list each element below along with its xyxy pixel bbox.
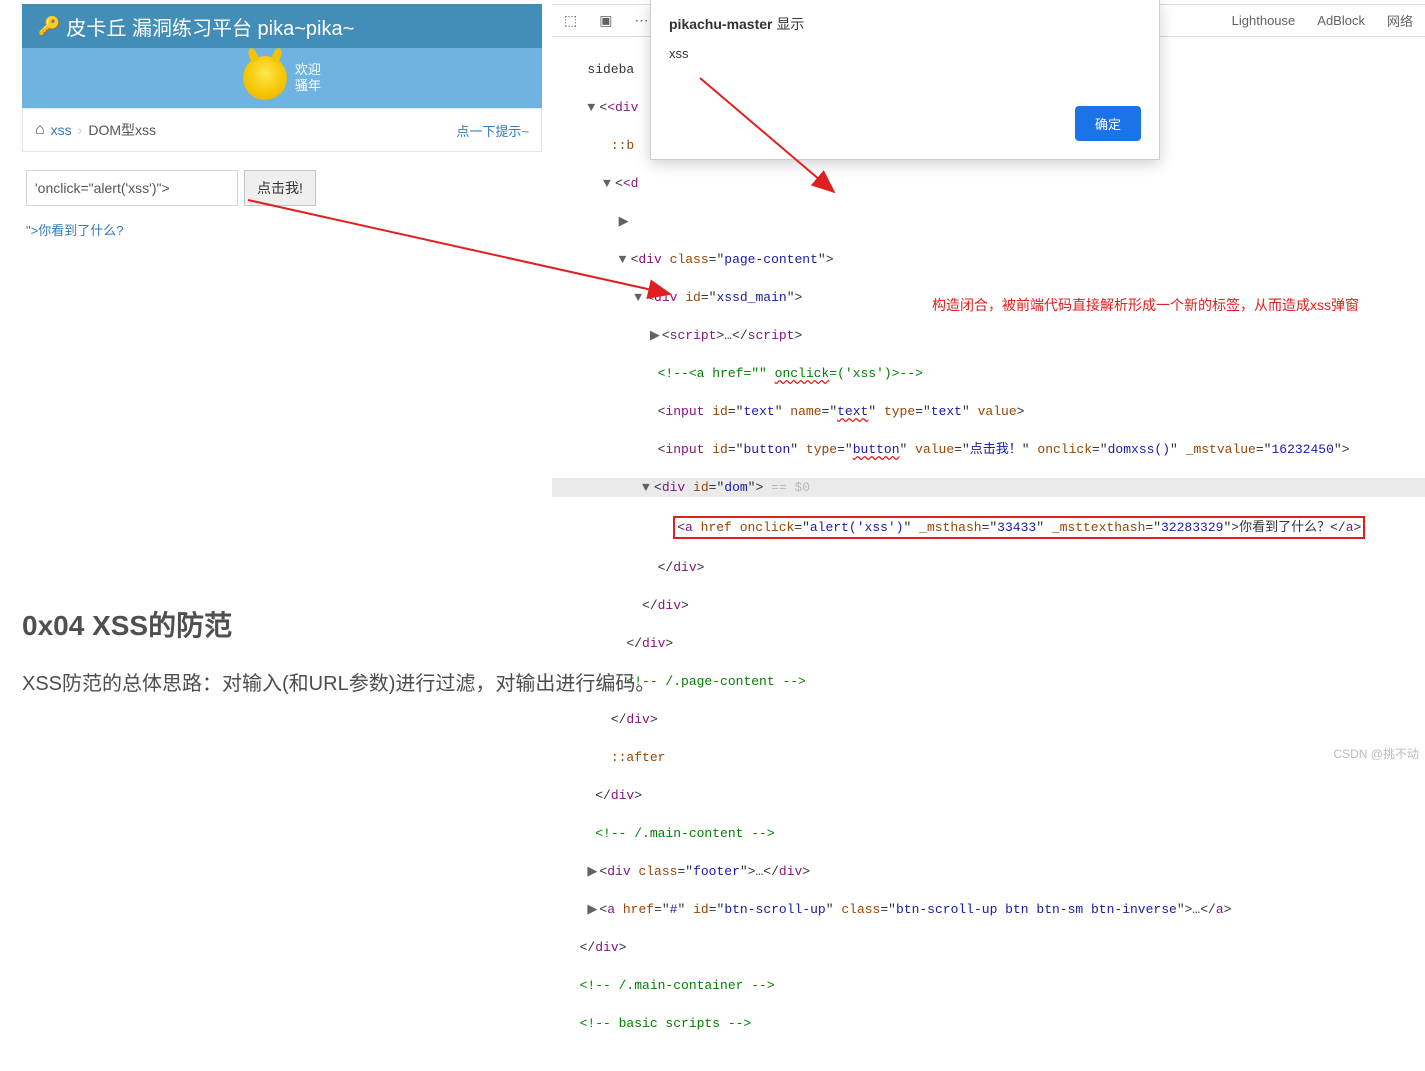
select-element-icon[interactable]: ⬚: [564, 12, 577, 29]
annotation-text: 构造闭合，被前端代码直接解析形成一个新的标签，从而造成xss弹窗: [932, 295, 1359, 315]
article-heading: 0x04 XSS的防范: [22, 604, 1403, 644]
welcome-line2: 骚年: [295, 78, 321, 94]
welcome-text: 欢迎 骚年: [295, 62, 321, 93]
alert-ok-button[interactable]: 确定: [1075, 106, 1141, 141]
article-section: 0x04 XSS的防范 XSS防范的总体思路：对输入(和URL参数)进行过滤，对…: [22, 604, 1403, 700]
submit-button[interactable]: 点击我!: [244, 170, 316, 206]
tab-adblock[interactable]: AdBlock: [1317, 13, 1365, 28]
welcome-bar: 欢迎 骚年: [22, 48, 542, 108]
app-header: 🔑 皮卡丘 漏洞练习平台 pika~pika~: [22, 4, 542, 48]
alert-message: xss: [651, 38, 1159, 69]
dom-tree[interactable]: sideba ▼<<div ::b ▼<<d ▶ ▼<div class="pa…: [552, 37, 1425, 1071]
watermark: CSDN @挑不动: [1333, 745, 1419, 762]
app-title: 皮卡丘 漏洞练习平台 pika~pika~: [66, 12, 354, 41]
device-toolbar-icon[interactable]: ▣: [599, 12, 612, 29]
crumb-sep: ›: [78, 122, 83, 138]
article-text: XSS防范的总体思路：对输入(和URL参数)进行过滤，对输出进行编码。: [22, 668, 1403, 700]
crumb-xss[interactable]: xss: [51, 122, 72, 138]
more-icon[interactable]: ⋯: [634, 12, 648, 29]
mascot-icon: [243, 56, 287, 100]
payload-input[interactable]: [26, 170, 238, 206]
tab-lighthouse[interactable]: Lighthouse: [1232, 13, 1296, 28]
form-area: 点击我! ">你看到了什么?: [26, 170, 536, 239]
alert-dialog: pikachu-master 显示 xss 确定: [650, 0, 1160, 160]
home-icon[interactable]: ⌂: [35, 121, 45, 139]
crumb-dom-xss: DOM型xss: [88, 120, 156, 140]
hint-link[interactable]: 点一下提示~: [456, 121, 529, 140]
tab-network[interactable]: 网络: [1387, 11, 1413, 30]
key-icon: 🔑: [38, 16, 60, 37]
result-link[interactable]: ">你看到了什么?: [26, 220, 536, 239]
alert-title: pikachu-master 显示: [651, 0, 1159, 38]
welcome-line1: 欢迎: [295, 62, 321, 78]
breadcrumb: ⌂ xss › DOM型xss 点一下提示~: [22, 108, 542, 152]
